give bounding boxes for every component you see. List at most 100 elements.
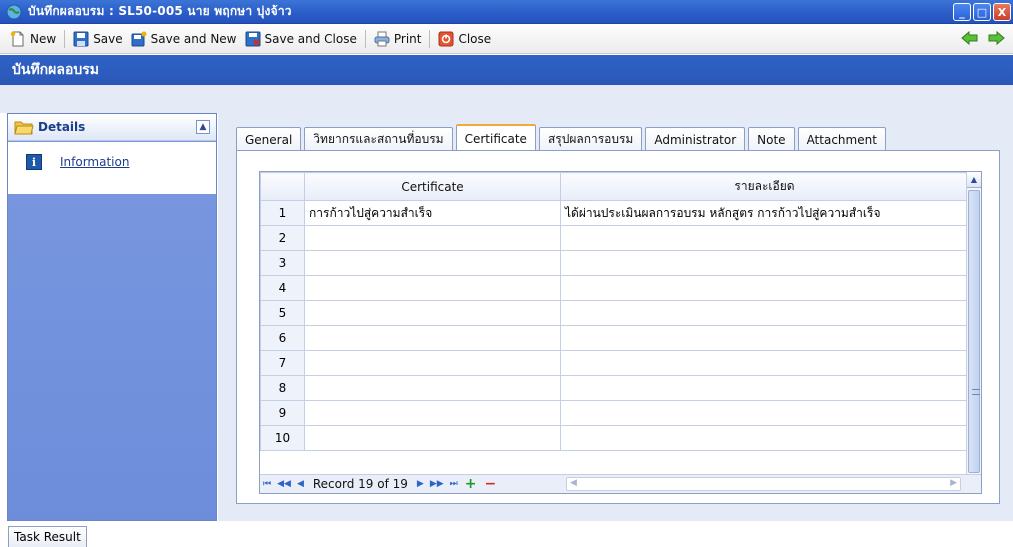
task-result-tab[interactable]: Task Result: [8, 526, 87, 547]
close-window-button[interactable]: X: [993, 3, 1011, 21]
next-page-icon[interactable]: ▶▶: [427, 479, 447, 489]
previous-page-icon[interactable]: ◀◀: [274, 479, 294, 489]
table-row[interactable]: 1 การก้าวไปสู่ความสำเร็จ ได้ผ่านประเมินผ…: [260, 200, 969, 226]
row-number: 5: [260, 300, 305, 326]
window-title: บันทึกผลอบรม : SL50-005 นาย พฤกษา บุ่งจ้…: [28, 4, 292, 18]
certificate-cell[interactable]: [304, 350, 561, 376]
save-and-new-button[interactable]: Save and New: [127, 27, 241, 51]
tab-general[interactable]: General: [236, 127, 302, 151]
print-label: Print: [393, 31, 422, 46]
save-new-icon: [131, 31, 147, 46]
table-row[interactable]: 4: [260, 275, 969, 301]
certificate-table: Certificate รายละเอียด 1 การก้าวไปสู่ควา…: [260, 172, 969, 451]
detail-cell[interactable]: [560, 250, 969, 276]
detail-cell[interactable]: [560, 400, 969, 426]
tab-trainer-venue[interactable]: วิทยากรและสถานที่อบรม: [304, 127, 453, 151]
scroll-thumb[interactable]: [968, 190, 980, 473]
sidebar-body: i Information: [8, 142, 216, 194]
printer-icon: [374, 31, 390, 46]
page-header: บันทึกผลอบรม: [0, 55, 1013, 85]
row-number: 10: [260, 425, 305, 451]
detail-cell[interactable]: [560, 225, 969, 251]
minimize-button[interactable]: _: [953, 3, 971, 21]
row-number: 1: [260, 200, 305, 226]
table-row[interactable]: 8: [260, 375, 969, 401]
record-navigator: ⏮ ◀◀ ◀ Record 19 of 19 ▶ ▶▶ ⏭ + − ◀ ▶: [260, 474, 981, 493]
table-row[interactable]: 5: [260, 300, 969, 326]
detail-cell[interactable]: [560, 425, 969, 451]
close-button[interactable]: Close: [434, 27, 495, 51]
certificate-cell[interactable]: [304, 425, 561, 451]
tab-attachment[interactable]: Attachment: [797, 127, 886, 151]
row-number: 3: [260, 250, 305, 276]
detail-cell[interactable]: [560, 350, 969, 376]
collapse-chevron-icon[interactable]: ▲: [196, 120, 210, 134]
globe-icon: [6, 4, 22, 19]
tab-note[interactable]: Note: [748, 127, 795, 151]
column-header-certificate[interactable]: Certificate: [304, 172, 561, 201]
scroll-right-icon[interactable]: ▶: [950, 478, 957, 488]
page-title: บันทึกผลอบรม: [12, 62, 99, 78]
row-number: 2: [260, 225, 305, 251]
row-number: 7: [260, 350, 305, 376]
horizontal-scrollbar[interactable]: ◀ ▶: [566, 477, 961, 491]
row-number: 9: [260, 400, 305, 426]
certificate-cell[interactable]: [304, 275, 561, 301]
close-label: Close: [458, 31, 492, 46]
sidebar: Details ▲ i Information: [7, 113, 217, 521]
tab-strip: General วิทยากรและสถานที่อบรม Certificat…: [236, 124, 886, 151]
next-record-icon[interactable]: ▶: [414, 479, 427, 489]
previous-record-icon[interactable]: ◀: [294, 479, 307, 489]
certificate-cell[interactable]: [304, 325, 561, 351]
back-arrow-icon[interactable]: [961, 30, 979, 46]
new-label: New: [30, 31, 57, 46]
header-spacer: [0, 85, 1013, 113]
sidebar-item-label[interactable]: Information: [60, 155, 129, 169]
save-button[interactable]: Save: [69, 27, 126, 51]
row-number: 6: [260, 325, 305, 351]
certificate-cell[interactable]: การก้าวไปสู่ความสำเร็จ: [304, 200, 561, 226]
vertical-scrollbar[interactable]: ▲: [966, 172, 981, 475]
sidebar-item-information[interactable]: i Information: [26, 154, 216, 170]
tab-administrator[interactable]: Administrator: [645, 127, 746, 151]
row-number: 8: [260, 375, 305, 401]
info-icon: i: [26, 154, 42, 170]
detail-cell[interactable]: [560, 375, 969, 401]
table-row[interactable]: 3: [260, 250, 969, 276]
print-button[interactable]: Print: [370, 27, 426, 51]
tab-panel-certificate: Certificate รายละเอียด 1 การก้าวไปสู่ควา…: [236, 150, 1000, 504]
add-record-icon[interactable]: +: [461, 476, 481, 492]
first-record-icon[interactable]: ⏮: [260, 479, 274, 489]
tab-training-summary[interactable]: สรุปผลการอบรม: [538, 127, 643, 151]
certificate-grid: Certificate รายละเอียด 1 การก้าวไปสู่ควา…: [259, 171, 982, 494]
column-header-detail[interactable]: รายละเอียด: [560, 172, 969, 201]
sidebar-section-header[interactable]: Details ▲: [8, 114, 216, 141]
table-row[interactable]: 2: [260, 225, 969, 251]
table-row[interactable]: 7: [260, 350, 969, 376]
record-counter: Record 19 of 19: [312, 477, 408, 491]
detail-cell[interactable]: [560, 300, 969, 326]
certificate-cell[interactable]: [304, 375, 561, 401]
detail-cell[interactable]: ได้ผ่านประเมินผลการอบรม หลักสูตร การก้าว…: [560, 200, 969, 226]
certificate-cell[interactable]: [304, 400, 561, 426]
scroll-up-icon[interactable]: ▲: [967, 172, 981, 188]
detail-cell[interactable]: [560, 325, 969, 351]
table-row[interactable]: 9: [260, 400, 969, 426]
delete-record-icon[interactable]: −: [481, 476, 501, 492]
scroll-left-icon[interactable]: ◀: [570, 478, 577, 488]
detail-cell[interactable]: [560, 275, 969, 301]
last-record-icon[interactable]: ⏭: [447, 479, 461, 489]
new-button[interactable]: New: [6, 27, 60, 51]
save-and-close-button[interactable]: Save and Close: [241, 27, 361, 51]
certificate-cell[interactable]: [304, 225, 561, 251]
certificate-cell[interactable]: [304, 250, 561, 276]
toolbar: New Save Save and New Save and Close Pri…: [0, 24, 1013, 54]
tab-certificate[interactable]: Certificate: [455, 124, 536, 151]
table-row[interactable]: 10: [260, 425, 969, 451]
window-title-bar: บันทึกผลอบรม : SL50-005 นาย พฤกษา บุ่งจ้…: [0, 0, 1013, 24]
table-row[interactable]: 6: [260, 325, 969, 351]
row-number-header: [260, 172, 305, 201]
maximize-button[interactable]: □: [973, 3, 991, 21]
forward-arrow-icon[interactable]: [987, 30, 1005, 46]
certificate-cell[interactable]: [304, 300, 561, 326]
